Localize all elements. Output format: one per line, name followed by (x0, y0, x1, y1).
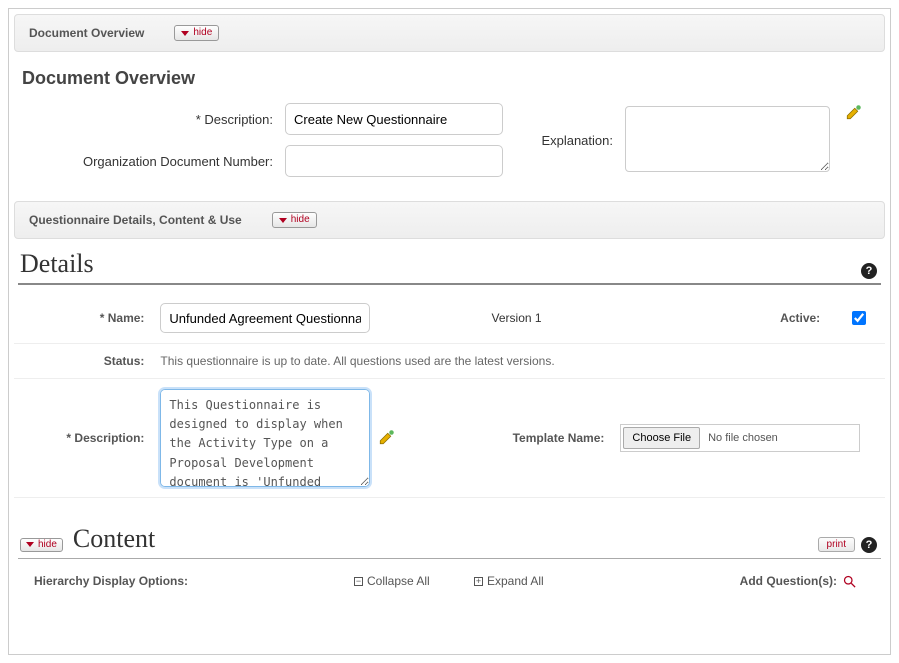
description-input[interactable] (285, 103, 503, 135)
status-label: Status: (14, 344, 152, 379)
hide-overview-button[interactable]: hide (174, 25, 219, 41)
name-input[interactable] (160, 303, 370, 333)
questionnaire-details-section-header: Questionnaire Details, Content & Use hid… (14, 201, 885, 239)
description-label: * Description: (14, 379, 152, 498)
choose-file-button[interactable]: Choose File (623, 427, 700, 449)
status-text: This questionnaire is up to date. All qu… (152, 344, 885, 379)
template-label: Template Name: (421, 379, 613, 498)
minus-icon: − (354, 577, 363, 586)
details-heading: Details (20, 249, 879, 279)
overview-form: * Description: Explanation: Organization… (14, 103, 885, 187)
collapse-all-link[interactable]: − Collapse All (354, 574, 474, 588)
content-divider: print ? (18, 558, 881, 559)
chevron-down-icon (26, 542, 34, 547)
plus-icon: + (474, 577, 483, 586)
hide-label: hide (291, 214, 310, 226)
explanation-textarea[interactable] (625, 106, 830, 172)
orgdoc-label: Organization Document Number: (20, 154, 285, 169)
chevron-down-icon (279, 218, 287, 223)
explanation-label: Explanation: (515, 133, 625, 148)
details-divider: ? (18, 283, 881, 285)
search-icon[interactable] (841, 573, 857, 589)
active-label: Active: (612, 293, 828, 344)
table-row: * Description: Template Name: Choose Fil… (14, 379, 885, 498)
edit-description-icon[interactable] (378, 428, 396, 449)
hierarchy-label: Hierarchy Display Options: (34, 574, 354, 588)
print-button[interactable]: print (818, 537, 855, 552)
description-textarea[interactable] (160, 389, 370, 487)
table-row: Status: This questionnaire is up to date… (14, 344, 885, 379)
document-overview-heading: Document Overview (22, 68, 877, 89)
version-label: Version 1 (421, 293, 613, 344)
hide-label: hide (38, 539, 57, 551)
hide-content-button[interactable]: hide (20, 538, 63, 552)
name-label: * Name: (14, 293, 152, 344)
hierarchy-options-row: Hierarchy Display Options: − Collapse Al… (14, 559, 885, 589)
help-icon[interactable]: ? (861, 537, 877, 553)
chevron-down-icon (181, 31, 189, 36)
active-checkbox[interactable] (852, 311, 866, 325)
document-overview-section-header: Document Overview hide (14, 14, 885, 52)
add-question-label: Add Question(s): (674, 574, 841, 588)
hide-label: hide (193, 27, 212, 39)
help-icon[interactable]: ? (861, 263, 877, 279)
edit-explanation-icon[interactable] (845, 110, 863, 124)
section-title: Document Overview (29, 26, 144, 40)
expand-all-link[interactable]: + Expand All (474, 574, 674, 588)
table-row: * Name: Version 1 Active: (14, 293, 885, 344)
details-table: * Name: Version 1 Active: Status: This q… (14, 293, 885, 498)
description-label: * Description: (20, 112, 285, 127)
file-status-text: No file chosen (702, 425, 859, 451)
section-title: Questionnaire Details, Content & Use (29, 213, 242, 227)
hide-details-button[interactable]: hide (272, 212, 317, 228)
content-heading: Content (73, 524, 155, 554)
template-file-input[interactable]: Choose File No file chosen (620, 424, 860, 452)
orgdoc-input[interactable] (285, 145, 503, 177)
